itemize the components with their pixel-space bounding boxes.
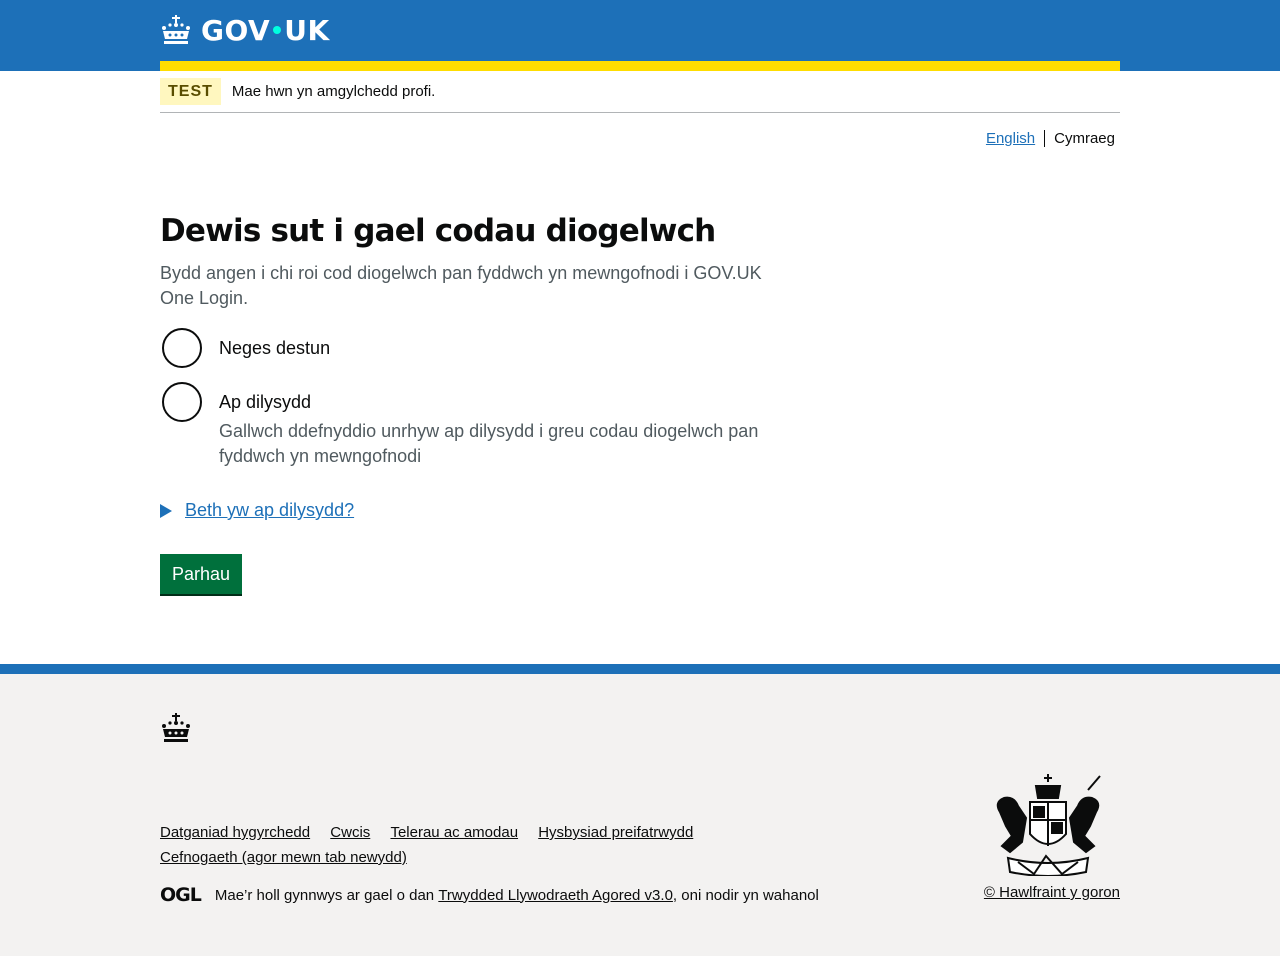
licence-statement: OGL Mae’r holl gynnwys ar gael o dan Trw… — [160, 884, 819, 906]
radio-option-text-message[interactable]: Neges destun — [160, 328, 330, 368]
footer-link-support[interactable]: Cefnogaeth (agor mewn tab newydd) — [160, 845, 407, 870]
site-header: GOV UK — [0, 0, 1280, 71]
continue-button[interactable]: Parhau — [160, 554, 242, 594]
footer-link-privacy[interactable]: Hysbysiad preifatrwydd — [538, 820, 693, 845]
language-divider — [1044, 130, 1046, 147]
logo-text-uk: UK — [284, 13, 330, 47]
radio-hint: Gallwch ddefnyddio unrhyw ap dilysydd i … — [219, 421, 759, 466]
language-welsh-current: Cymraeg — [1054, 130, 1115, 147]
royal-coat-of-arms-icon — [988, 772, 1108, 881]
logo-text: GOV UK — [201, 14, 330, 47]
phase-text: Mae hwn yn amgylchedd profi. — [231, 83, 436, 100]
radio-button[interactable] — [162, 382, 202, 422]
footer-links: Datganiad hygyrchedd Cwcis Telerau ac am… — [160, 820, 860, 870]
header-yellow-bar — [160, 61, 1120, 71]
crown-copyright: © Hawlfraint y goron — [984, 884, 1120, 901]
radio-label[interactable]: Ap dilysydd — [219, 390, 799, 415]
details-summary-link[interactable]: Beth yw ap dilysydd? — [185, 500, 354, 521]
radio-button[interactable] — [162, 328, 202, 368]
radio-option-auth-app[interactable]: Ap dilysydd Gallwch ddefnyddio unrhyw ap… — [160, 382, 799, 469]
footer-crown-icon — [160, 712, 192, 749]
footer-link-cookies[interactable]: Cwcis — [330, 820, 370, 845]
footer-link-accessibility[interactable]: Datganiad hygyrchedd — [160, 820, 310, 845]
govuk-logo-link[interactable]: GOV UK — [160, 12, 330, 48]
logo-text-gov: GOV — [201, 13, 271, 47]
radio-label[interactable]: Neges destun — [219, 336, 330, 361]
ogl-logo-icon: OGL — [160, 884, 202, 906]
page-hint: Bydd angen i chi roi cod diogelwch pan f… — [160, 263, 762, 308]
crown-icon — [160, 14, 192, 46]
licence-link[interactable]: Trwydded Llywodraeth Agored v3.0 — [438, 887, 673, 904]
main-content: Dewis sut i gael codau diogelwch Bydd an… — [160, 210, 800, 594]
phase-tag: TEST — [160, 78, 221, 105]
language-english-link[interactable]: English — [986, 130, 1035, 147]
header-container: GOV UK — [160, 0, 1120, 71]
site-footer: Datganiad hygyrchedd Cwcis Telerau ac am… — [0, 664, 1280, 956]
licence-suffix: , oni nodir yn wahanol — [672, 886, 819, 904]
phase-banner: TEST Mae hwn yn amgylchedd profi. — [160, 71, 1120, 113]
disclosure-triangle-icon — [160, 503, 172, 518]
footer-link-terms[interactable]: Telerau ac amodau — [390, 820, 518, 845]
details-auth-app[interactable]: Beth yw ap dilysydd? — [160, 500, 354, 521]
page-title: Dewis sut i gael codau diogelwch — [160, 213, 716, 249]
logo-dot — [273, 26, 282, 34]
licence-prefix: Mae’r holl gynnwys ar gael o dan — [214, 886, 439, 904]
crown-copyright-link[interactable]: © Hawlfraint y goron — [984, 884, 1120, 901]
language-toggle: English Cymraeg — [986, 130, 1115, 147]
